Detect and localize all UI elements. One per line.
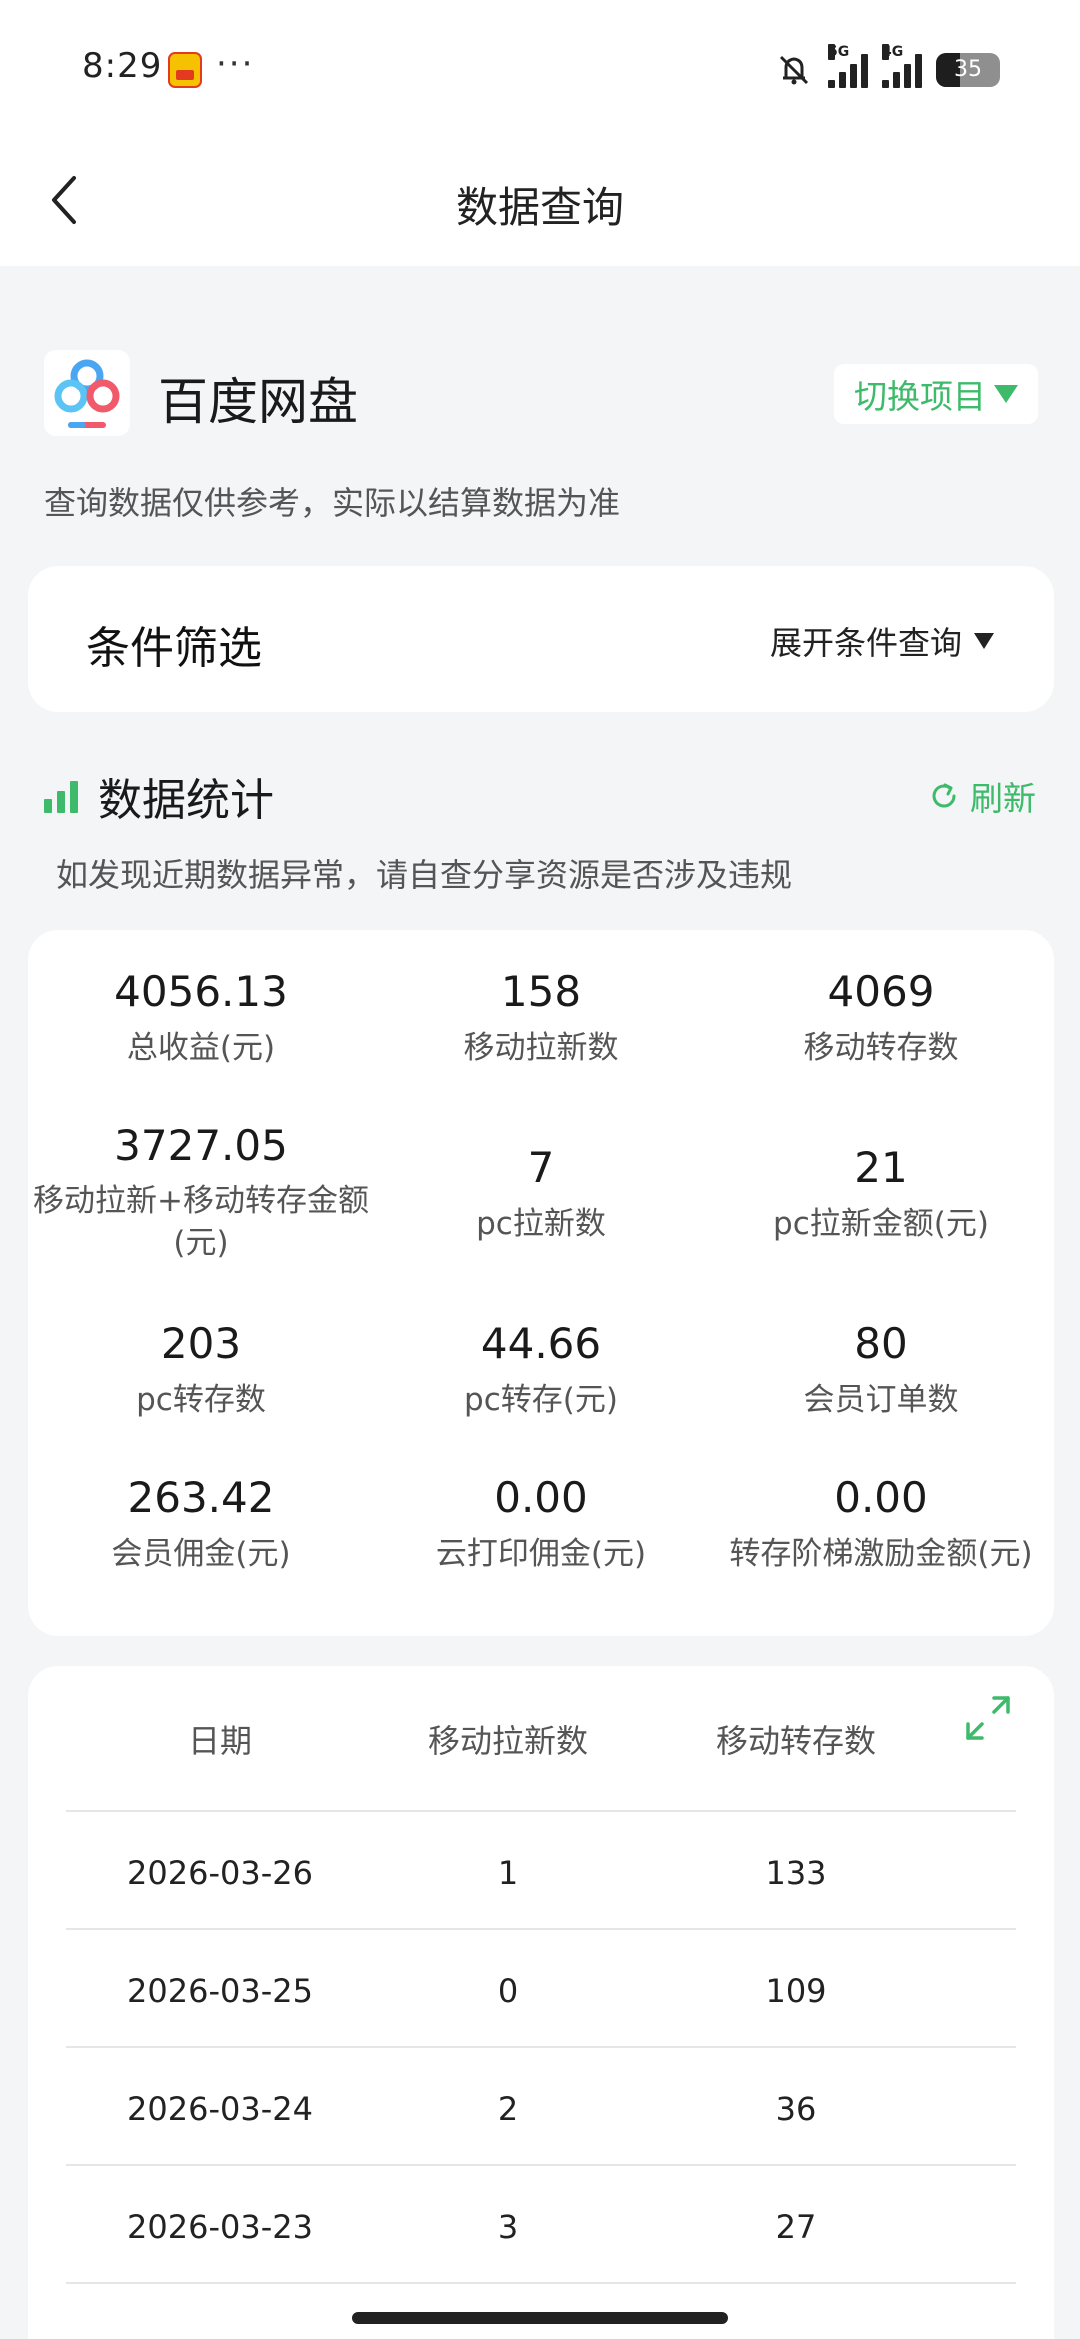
page-title: 数据查询 (455, 183, 624, 232)
signal-4g-icon: 4G (882, 44, 922, 88)
refresh-icon (932, 783, 956, 808)
stat-item: 4069 移动转存数 (711, 966, 1051, 1070)
stat-value: 0.00 (494, 1473, 588, 1522)
cell-new-users: 0 (497, 1972, 519, 2010)
column-header-saves: 移动转存数 (715, 1722, 876, 1760)
stat-item: 203 pc转存数 (31, 1318, 371, 1422)
bell-off-icon (779, 55, 809, 85)
stat-value: 4069 (827, 967, 935, 1016)
cell-new-users: 2 (497, 2090, 519, 2128)
stat-item: 7 pc拉新数 (371, 1142, 711, 1246)
bar-chart-icon (44, 779, 78, 813)
stat-value: 203 (160, 1319, 242, 1368)
row-divider (66, 1810, 1016, 1812)
stat-item: 21 pc拉新金额(元) (711, 1142, 1051, 1246)
stat-value: 44.66 (480, 1319, 602, 1368)
stat-label: 云打印佣金(元) (435, 1536, 647, 1572)
stats-note: 如发现近期数据异常，请自查分享资源是否涉及违规 (56, 856, 793, 894)
stat-item: 263.42 会员佣金(元) (31, 1472, 371, 1576)
stat-label: 移动拉新数 (463, 1030, 619, 1066)
stat-item: 44.66 pc转存(元) (371, 1318, 711, 1422)
row-divider (66, 1928, 1016, 1930)
notification-app-icon (168, 52, 202, 88)
cell-saves: 27 (775, 2208, 817, 2246)
stat-label: pc转存数 (136, 1382, 266, 1418)
filter-card: 条件筛选 展开条件查询 (28, 566, 1054, 712)
stat-label: 会员订单数 (803, 1382, 959, 1418)
stat-item: 0.00 云打印佣金(元) (371, 1472, 711, 1576)
status-icons: 5G 4G 35 (774, 44, 1000, 92)
stat-label: pc转存(元) (464, 1382, 618, 1418)
nav-bar: 数据查询 (0, 140, 1080, 266)
status-time: 8:29 (82, 46, 163, 86)
row-divider (66, 2164, 1016, 2166)
stats-header: 数据统计 (44, 764, 274, 828)
cell-saves: 133 (765, 1854, 827, 1892)
refresh-button[interactable]: 刷新 (928, 772, 1036, 820)
stat-value: 7 (527, 1143, 555, 1192)
baidu-netdisk-logo-icon (44, 350, 130, 436)
cell-saves: 36 (775, 2090, 817, 2128)
cell-new-users: 3 (497, 2208, 519, 2246)
data-table: 日期 移动拉新数 移动转存数 2026-03-26 1 133 2026-03-… (28, 1666, 1054, 2339)
stat-value: 263.42 (127, 1473, 275, 1522)
status-bar: 8:29 ··· 5G 4G 35 (0, 0, 1080, 140)
signal-5g-label: 5G (828, 44, 850, 60)
stat-value: 158 (500, 967, 582, 1016)
stat-value: 4056.13 (114, 967, 288, 1016)
expand-filter-button[interactable]: 展开条件查询 (770, 618, 994, 664)
filter-title: 条件筛选 (86, 623, 262, 674)
more-notifications-icon: ··· (216, 44, 255, 84)
stat-value: 0.00 (834, 1473, 928, 1522)
stat-label: pc拉新数 (476, 1206, 606, 1242)
stat-label: 转存阶梯激励金额(元) (729, 1536, 1033, 1572)
refresh-label: 刷新 (970, 779, 1036, 818)
stat-item: 0.00 转存阶梯激励金额(元) (696, 1472, 1066, 1576)
expand-filter-label: 展开条件查询 (769, 624, 962, 662)
stat-label: pc拉新金额(元) (773, 1206, 989, 1242)
cell-date: 2026-03-24 (127, 2090, 313, 2128)
switch-project-button[interactable]: 切换项目 (834, 364, 1038, 424)
column-header-new-users: 移动拉新数 (427, 1722, 588, 1760)
stat-value: 21 (854, 1143, 908, 1192)
stat-label: 移动转存数 (803, 1030, 959, 1066)
row-divider (66, 2282, 1016, 2284)
signal-5g-icon: 5G (828, 44, 868, 88)
battery-level: 35 (954, 57, 982, 82)
home-indicator[interactable] (352, 2312, 728, 2324)
caret-down-icon (974, 633, 994, 649)
cell-saves: 109 (765, 1972, 827, 2010)
stat-item: 80 会员订单数 (711, 1318, 1051, 1422)
stat-item: 158 移动拉新数 (371, 966, 711, 1070)
project-note: 查询数据仅供参考，实际以结算数据为准 (44, 484, 621, 522)
switch-project-label: 切换项目 (854, 377, 986, 416)
fullscreen-expand-icon[interactable] (964, 1694, 1012, 1742)
project-name: 百度网盘 (158, 373, 358, 431)
stat-label: 总收益(元) (126, 1030, 276, 1066)
cell-new-users: 1 (497, 1854, 519, 1892)
stat-value: 80 (854, 1319, 908, 1368)
cell-date: 2026-03-23 (127, 2208, 313, 2246)
battery-icon: 35 (936, 53, 1000, 87)
stat-label: 移动拉新+移动转存金额(元) (33, 1183, 369, 1261)
stat-value: 3727.05 (114, 1121, 288, 1170)
cell-date: 2026-03-25 (127, 1972, 313, 2010)
stat-item: 4056.13 总收益(元) (31, 966, 371, 1070)
column-header-date: 日期 (187, 1722, 252, 1760)
row-divider (66, 2046, 1016, 2048)
stats-title: 数据统计 (98, 775, 274, 826)
stat-item: 3727.05 移动拉新+移动转存金额(元) (18, 1120, 384, 1264)
cell-date: 2026-03-26 (127, 1854, 313, 1892)
stats-card: 4056.13 总收益(元) 158 移动拉新数 4069 移动转存数 3727… (28, 930, 1054, 1636)
signal-4g-label: 4G (882, 44, 904, 60)
caret-down-icon (994, 385, 1018, 403)
stat-label: 会员佣金(元) (111, 1536, 291, 1572)
